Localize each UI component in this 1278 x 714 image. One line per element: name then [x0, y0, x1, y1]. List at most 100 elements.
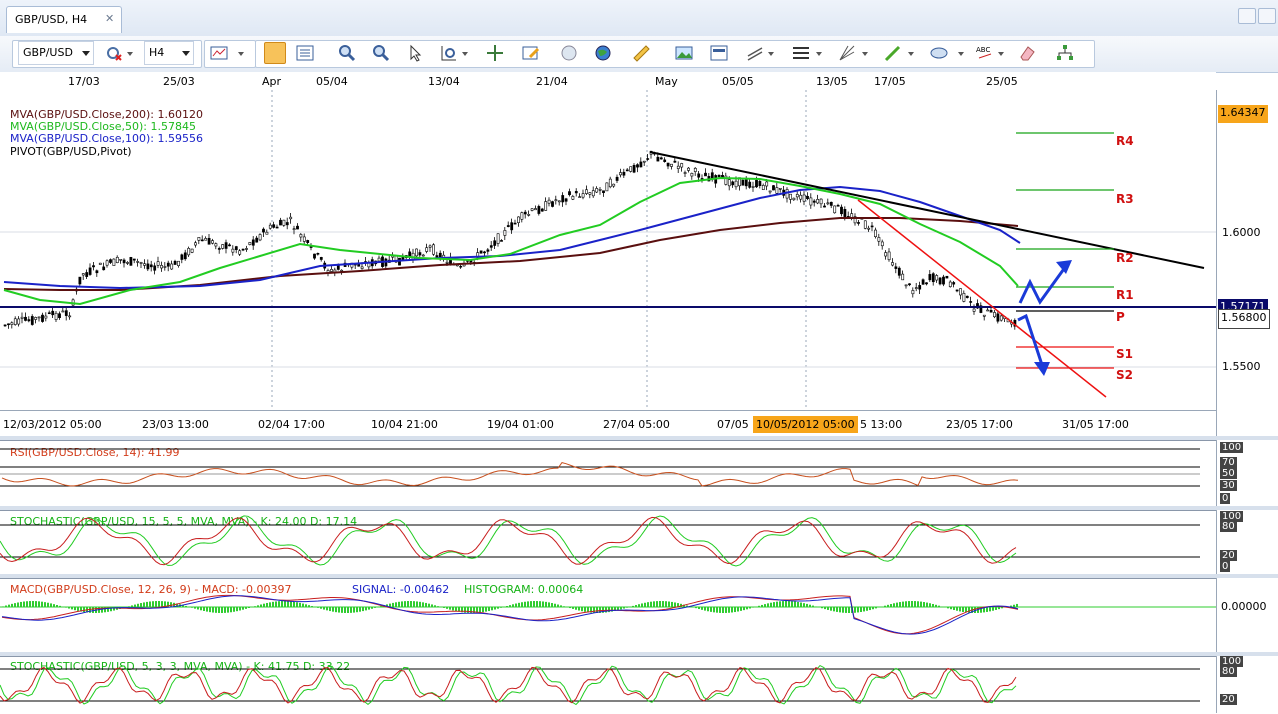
candle-body	[65, 311, 67, 316]
candle-body	[973, 309, 975, 311]
chevron-down-icon[interactable]	[462, 52, 468, 56]
edit-icon[interactable]	[522, 44, 540, 62]
symbol-remove-icon[interactable]	[105, 44, 123, 62]
macd-histogram-bar	[290, 601, 292, 607]
macd-histogram-bar	[329, 607, 331, 611]
stochastic-2-axis: 100 80 20	[1216, 656, 1278, 713]
macd-chart	[0, 579, 1216, 653]
image-icon[interactable]	[675, 44, 693, 62]
macd-histogram-bar	[701, 607, 703, 610]
data-window-icon[interactable]	[296, 44, 314, 62]
macd-histogram-bar	[641, 603, 643, 607]
chart-tab[interactable]: GBP/USD, H4 ✕	[6, 6, 122, 33]
macd-histogram-bar	[17, 602, 19, 607]
template-icon[interactable]	[710, 44, 728, 62]
rsi-tick: 0	[1220, 493, 1230, 504]
macd-histogram-bar	[788, 601, 790, 607]
price-axis[interactable]: 1.6000 1.5500	[1216, 90, 1278, 436]
candle-body	[891, 263, 893, 266]
pen-icon[interactable]	[884, 44, 902, 62]
candle-body	[718, 175, 720, 177]
pitchfork-icon[interactable]	[838, 44, 856, 62]
candle-body	[262, 229, 264, 232]
macd-histogram-bar	[857, 607, 859, 612]
chevron-down-icon[interactable]	[862, 52, 868, 56]
candle-body	[963, 293, 965, 301]
macd-histogram-bar	[575, 607, 577, 610]
candle-body	[531, 209, 533, 211]
chevron-down-icon[interactable]	[908, 52, 914, 56]
ruler-icon[interactable]	[632, 44, 650, 62]
eraser-icon[interactable]	[1018, 44, 1036, 62]
stochastic-panel-1[interactable]: STOCHASTIC(GBP/USD, 15, 5, 5, MVA, MVA) …	[0, 510, 1216, 575]
zoom-in-icon[interactable]	[338, 44, 356, 62]
stochastic-panel-2[interactable]: STOCHASTIC(GBP/USD, 5, 3, 3, MVA, MVA) -…	[0, 656, 1216, 714]
candle-body	[494, 241, 496, 246]
top-date-label: 05/05	[722, 75, 754, 88]
candle-body	[902, 274, 904, 280]
macd-histogram-bar	[854, 607, 856, 613]
macd-histogram-bar	[713, 607, 715, 612]
macd-histogram-bar	[773, 602, 775, 607]
cursor-icon[interactable]	[406, 44, 424, 62]
macd-histogram-bar	[827, 607, 829, 610]
text-tool-icon[interactable]: ABC	[976, 44, 994, 62]
candle-body	[864, 221, 866, 229]
bottom-date-label: 07/05	[717, 418, 749, 431]
macd-histogram-bar	[347, 607, 349, 613]
chevron-down-icon[interactable]	[127, 52, 133, 56]
globe-icon[interactable]	[594, 44, 612, 62]
macd-histogram-bar	[419, 602, 421, 607]
candlestick-icon[interactable]	[264, 42, 286, 64]
candle-body	[41, 315, 43, 321]
candle-body	[205, 238, 207, 240]
fibonacci-icon[interactable]	[792, 44, 810, 62]
price-chart[interactable]: R4 R3 R2 R1 P S1 S2 MVA(GBP/USD.Close,20…	[0, 90, 1216, 410]
chevron-down-icon[interactable]	[958, 52, 964, 56]
crosshair-icon[interactable]	[486, 44, 504, 62]
chevron-down-icon[interactable]	[998, 52, 1004, 56]
candle-body	[235, 247, 237, 250]
macd-histogram-bar	[248, 607, 250, 608]
toolbar-overflow-icon[interactable]	[1088, 44, 1096, 62]
macd-histogram-bar	[743, 607, 745, 610]
close-window-icon[interactable]	[1258, 8, 1276, 24]
magnet-icon[interactable]	[560, 44, 578, 62]
close-icon[interactable]: ✕	[105, 12, 114, 25]
macd-panel[interactable]: MACD(GBP/USD.Close, 12, 26, 9) - MACD: -…	[0, 578, 1216, 653]
macd-histogram-bar	[449, 607, 451, 610]
hierarchy-icon[interactable]	[1056, 44, 1074, 62]
macd-histogram-bar	[269, 602, 271, 607]
symbol-select[interactable]: GBP/USD	[18, 41, 94, 65]
chevron-down-icon[interactable]	[238, 52, 244, 56]
zoom-out-icon[interactable]	[372, 44, 390, 62]
bottom-date-label: 02/04 17:00	[258, 418, 325, 431]
draw-lines-icon[interactable]	[746, 44, 764, 62]
candle-body	[579, 197, 581, 198]
candle-body	[106, 261, 108, 265]
macd-histogram-bar	[497, 607, 499, 609]
zoom-area-icon[interactable]	[440, 44, 458, 62]
macd-histogram-bar	[515, 604, 517, 607]
timeframe-select[interactable]: H4	[144, 41, 194, 65]
chart-type-icon[interactable]	[210, 44, 228, 62]
restore-window-icon[interactable]	[1238, 8, 1256, 24]
macd-histogram-bar	[131, 605, 133, 607]
ellipse-icon[interactable]	[930, 44, 948, 62]
chevron-down-icon[interactable]	[768, 52, 774, 56]
candle-body	[630, 167, 632, 172]
candle-body	[735, 181, 737, 187]
macd-histogram-bar	[917, 601, 919, 607]
candle-body	[86, 272, 88, 276]
macd-histogram-bar	[299, 603, 301, 607]
candle-body	[79, 277, 81, 284]
candle-body	[885, 253, 887, 257]
rsi-panel[interactable]: RSI(GBP/USD.Close, 14): 41.99	[0, 440, 1216, 507]
macd-histogram-bar	[707, 607, 709, 611]
macd-histogram-bar	[446, 607, 448, 609]
candle-body	[38, 317, 40, 318]
candle-body	[320, 257, 322, 259]
candle-body	[14, 319, 16, 325]
candle-body	[728, 180, 730, 186]
chevron-down-icon[interactable]	[816, 52, 822, 56]
